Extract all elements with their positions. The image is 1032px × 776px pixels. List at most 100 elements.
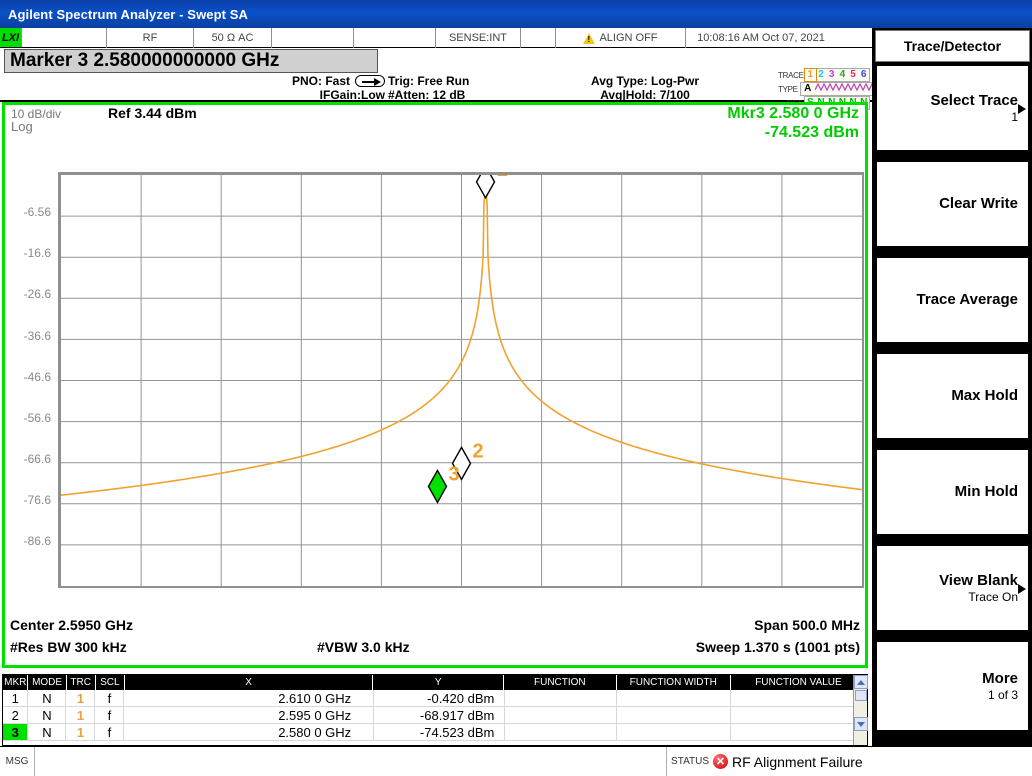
atten-label: #Atten: 12 dB [388, 88, 528, 102]
trigger-atten-group: Trig: Free Run #Atten: 12 dB [388, 74, 528, 102]
scroll-down-button[interactable] [854, 717, 868, 731]
marker-cell-fw [617, 724, 731, 740]
type-value-a[interactable]: A [801, 83, 815, 95]
span-label: Span 500.0 MHz [754, 617, 860, 633]
type-row: TYPE A [778, 82, 870, 96]
spectrum-trace-svg: 1 23 [61, 175, 862, 586]
softkey-min-hold[interactable]: Min Hold [875, 448, 1030, 536]
y-axis-tick-1: -16.6 [5, 246, 51, 260]
softkey-label: View Blank [939, 572, 1018, 590]
marker-cell-mkr: 3 [3, 724, 28, 740]
marker-col-header-1: MODE [28, 675, 66, 690]
trace-number-2[interactable]: 2 [816, 69, 827, 81]
trace-number-1[interactable]: 1 [805, 69, 816, 81]
softkey-more[interactable]: More1 of 3 [875, 640, 1030, 732]
marker-cell-trc: 1 [66, 724, 95, 740]
status-label: STATUS [667, 756, 713, 767]
marker-table-row[interactable]: 2N1f2.595 0 GHz-68.917 dBm [3, 707, 867, 724]
marker-table-scrollbar[interactable] [853, 675, 867, 745]
marker-cell-y: -0.420 dBm [374, 690, 505, 706]
type-value-list[interactable]: A [800, 82, 878, 96]
marker-3-label: 3 [448, 463, 459, 485]
marker-3[interactable]: 3 [428, 463, 459, 502]
y-axis-tick-4: -46.6 [5, 370, 51, 384]
softkey-trace-average[interactable]: Trace Average [875, 256, 1030, 344]
marker-2-label: 2 [473, 440, 484, 462]
menu-key-list[interactable]: Select Trace1 Clear Write Trace AverageMax… [875, 64, 1030, 732]
marker-col-header-4: X [125, 675, 374, 690]
y-axis-tick-7: -76.6 [5, 493, 51, 507]
ifgain-label: IFGain:Low [195, 88, 385, 102]
marker-table-row[interactable]: 3N1f2.580 0 GHz-74.523 dBm [3, 724, 867, 741]
trace-number-list[interactable]: 123456 [804, 68, 870, 82]
softkey-label: Min Hold [955, 483, 1018, 501]
softkey-clear-write[interactable]: Clear Write [875, 160, 1030, 248]
ref-level-label: Ref 3.44 dBm [108, 105, 197, 121]
menu-title: Trace/Detector [875, 30, 1030, 62]
softkey-label: Clear Write [939, 195, 1018, 213]
marker-cell-mode: N [28, 707, 66, 723]
trace-number-6[interactable]: 6 [858, 69, 869, 81]
scroll-up-button[interactable] [854, 675, 868, 689]
softkey-select-trace[interactable]: Select Trace1 [875, 64, 1030, 152]
type-row-label: TYPE [778, 85, 800, 94]
marker-cell-trc: 1 [66, 690, 95, 706]
marker-cell-x: 2.610 0 GHz [124, 690, 374, 706]
marker-table[interactable]: MKRMODETRCSCLXYFUNCTIONFUNCTION WIDTHFUN… [2, 674, 868, 746]
window-title-bar: Agilent Spectrum Analyzer - Swept SA [0, 0, 1032, 28]
type-waveform-icon [815, 82, 877, 96]
marker-entry-field[interactable]: Marker 3 2.580000000000 GHz [4, 49, 378, 73]
status-cell-rf: RF [107, 28, 194, 48]
sweep-label: Sweep 1.370 s (1001 pts) [696, 639, 860, 655]
softkey-label: Select Trace [930, 92, 1018, 110]
res-bw-label: #Res BW 300 kHz [10, 639, 127, 655]
status-cell-datetime: 10:08:16 AM Oct 07, 2021 [686, 28, 836, 48]
settings-panel: Marker 3 2.580000000000 GHz PNO: Fast IF… [0, 48, 872, 102]
trace-number-3[interactable]: 3 [826, 69, 837, 81]
avg-hold-label: Avg|Hold: 7/100 [520, 88, 770, 102]
softkey-max-hold[interactable]: Max Hold [875, 352, 1030, 440]
status-cell-6 [521, 28, 556, 48]
scale-type-label: Log [11, 119, 33, 134]
scroll-thumb[interactable] [855, 690, 867, 701]
plot-area[interactable]: 1 23 [58, 172, 864, 588]
softkey-sublabel: 1 of 3 [988, 688, 1018, 703]
marker-cell-fv [731, 690, 867, 706]
trace-row: TRACE 123456 [778, 68, 870, 82]
trace-number-4[interactable]: 4 [837, 69, 848, 81]
graph-header: 10 dB/div Log Ref 3.44 dBm Mkr3 2.580 0 … [5, 105, 865, 173]
trace-number-5[interactable]: 5 [848, 69, 859, 81]
softkey-view-blank[interactable]: View BlankTrace On [875, 544, 1030, 632]
marker-cell-mkr: 2 [3, 707, 28, 723]
marker-col-header-7: FUNCTION WIDTH [617, 675, 731, 690]
pno-ifgain-group: PNO: Fast IFGain:Low [195, 74, 385, 102]
status-message: RF Alignment Failure [732, 754, 1032, 770]
status-cell-0 [22, 28, 107, 48]
marker-1-label: 1 [497, 175, 508, 181]
marker-col-header-6: FUNCTION [504, 675, 617, 690]
marker-cell-fw [617, 707, 731, 723]
msg-field [34, 747, 667, 776]
marker-cell-mode: N [28, 690, 66, 706]
message-bar: MSG STATUS ✕ RF Alignment Failure [0, 746, 1032, 776]
y-axis-tick-0: -6.56 [5, 205, 51, 219]
y-axis-tick-8: -86.6 [5, 534, 51, 548]
pno-arrow-icon [355, 75, 385, 87]
marker-cell-y: -68.917 dBm [374, 707, 505, 723]
marker-cell-x: 2.595 0 GHz [124, 707, 374, 723]
marker-cell-fv [731, 707, 867, 723]
marker-1[interactable]: 1 [477, 175, 508, 198]
analyzer-screen: LXI RF 50 Ω AC SENSE:INT ALIGN OFF 10:08… [0, 28, 872, 746]
softkey-label: More [982, 670, 1018, 688]
vbw-label: #VBW 3.0 kHz [317, 639, 410, 655]
trigger-label: Trig: Free Run [388, 74, 528, 88]
marker-col-header-0: MKR [3, 675, 28, 690]
center-freq-label: Center 2.5950 GHz [10, 617, 133, 633]
marker-table-row[interactable]: 1N1f2.610 0 GHz-0.420 dBm [3, 690, 867, 707]
marker-cell-fn [505, 724, 617, 740]
marker-table-body[interactable]: 1N1f2.610 0 GHz-0.420 dBm2N1f2.595 0 GHz… [3, 690, 867, 741]
marker-cell-scl: f [95, 707, 124, 723]
trace-row-label: TRACE [778, 71, 804, 80]
marker-cell-y: -74.523 dBm [374, 724, 505, 740]
graph-frame[interactable]: 10 dB/div Log Ref 3.44 dBm Mkr3 2.580 0 … [2, 102, 868, 668]
